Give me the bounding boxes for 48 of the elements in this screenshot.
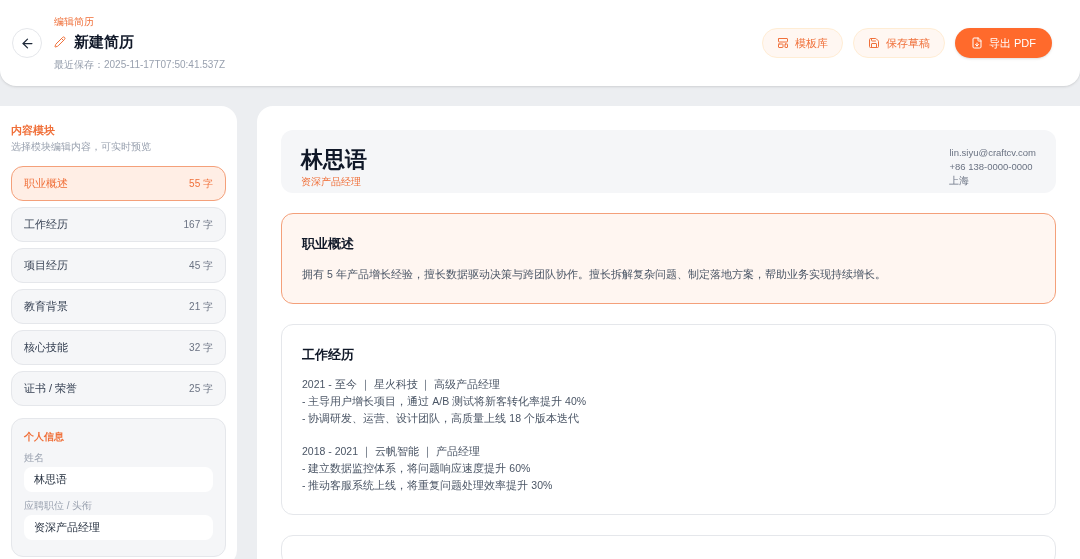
module-label: 项目经历	[24, 257, 68, 273]
personal-info-title: 个人信息	[24, 429, 65, 444]
module-count: 45 字	[189, 258, 213, 273]
pencil-icon	[54, 36, 66, 48]
layout-icon	[776, 37, 789, 49]
field-label: 应聘职位 / 头衔	[24, 498, 94, 513]
module-item[interactable]: 核心技能 32 字	[11, 329, 226, 365]
module-item[interactable]: 教育背景 21 字	[11, 288, 226, 324]
module-label: 工作经历	[24, 216, 68, 232]
last-saved-text: 最近保存：2025-11-17T07:50:41.537Z	[54, 58, 225, 73]
floppy-icon	[867, 37, 880, 49]
contact-text: 上海	[949, 174, 971, 188]
resume-title: 新建简历	[74, 31, 134, 52]
section-text: - 协调研发、运营、设计团队，高质量上线 18 个版本迭代	[302, 411, 580, 427]
module-item[interactable]: 工作经历 167 字	[11, 206, 226, 242]
sidebar-subtitle: 选择模块编辑内容，可实时预览	[11, 139, 152, 154]
section-title: 工作经历	[302, 345, 355, 364]
module-count: 32 字	[189, 340, 213, 355]
section-text: 拥有 5 年产品增长经验，擅长数据驱动决策与跨团队协作。擅长拆解复杂问题、制定落地方案，帮助业务实现持续增长。	[302, 266, 887, 282]
module-label: 核心技能	[24, 339, 68, 355]
section-text: 2018 - 2021 ｜ 云帆智能 ｜ 产品经理	[302, 444, 481, 460]
section-text: 2021 - 至今 ｜ 星火科技 ｜ 高级产品经理	[302, 377, 502, 393]
module-item[interactable]: 项目经历 45 字	[11, 247, 226, 283]
candidate-name: 林思语	[301, 146, 367, 174]
module-label: 职业概述	[24, 175, 68, 191]
resume-section-card[interactable]: 职业概述 拥有 5 年产品增长经验，擅长数据驱动决策与跨团队协作。擅长拆解复杂问题、制定落地方案，帮助业务实现持续增长。	[281, 213, 1056, 304]
contact-text: lin.siyu@craftcv.com	[949, 146, 1036, 160]
sidebar-title: 内容模块	[11, 123, 56, 138]
input-field[interactable]: 林思语	[24, 466, 213, 492]
module-label: 证书 / 荣誉	[24, 380, 78, 396]
candidate-role: 资深产品经理	[301, 175, 362, 189]
module-item[interactable]: 证书 / 荣誉 25 字	[11, 370, 226, 406]
field-label: 姓名	[24, 450, 45, 465]
module-count: 21 字	[189, 299, 213, 314]
module-count: 167 字	[183, 217, 213, 232]
resume-section-card[interactable]: 工作经历 2021 - 至今 ｜ 星火科技 ｜ 高级产品经理 - 主导用户增长项目，通过 A/B 测试将新客转化率提升 40% - 协调研发、运营、设计团队，高质量上线 18 个版本迭代 2018 - 2021 ｜ 云帆智能 ｜ 产品经理 - 建立数据监控体系，将问题响应速度提升 60% - 推动客服系统上线，将重复问题处理效率提升 30%	[281, 323, 1056, 516]
module-count: 25 字	[189, 381, 213, 396]
section-text: - 主导用户增长项目，通过 A/B 测试将新客转化率提升 40%	[302, 394, 588, 410]
module-label: 教育背景	[24, 298, 68, 314]
section-title: 职业概述	[302, 235, 355, 254]
back-button[interactable]	[12, 28, 42, 58]
section-text: - 推动客服系统上线，将重复问题处理效率提升 30%	[302, 478, 554, 494]
contact-text: +86 138-0000-0000	[949, 160, 1034, 174]
module-count: 55 字	[189, 176, 213, 191]
eyebrow-label: 编辑简历	[54, 14, 95, 29]
input-field[interactable]: 资深产品经理	[24, 514, 213, 540]
file-icon	[970, 37, 983, 49]
section-text: - 建立数据监控体系，将问题响应速度提升 60%	[302, 461, 532, 477]
